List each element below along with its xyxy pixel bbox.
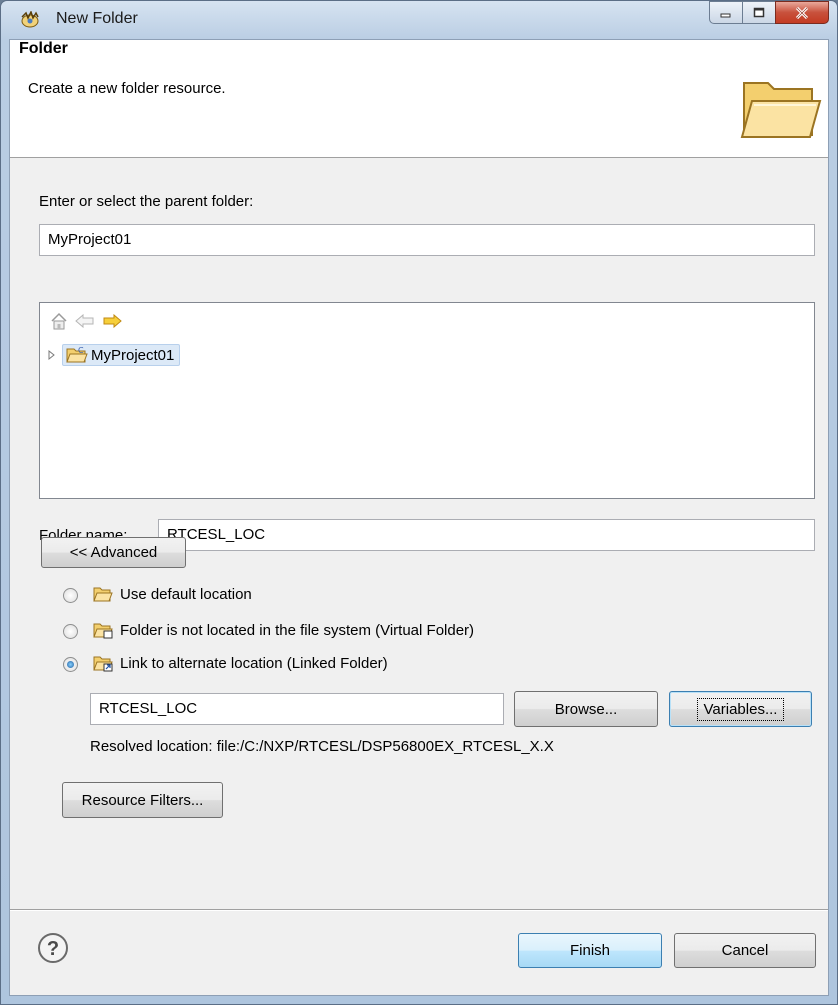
- home-icon[interactable]: [50, 312, 68, 330]
- expand-arrow-icon[interactable]: [46, 349, 58, 361]
- resource-filters-button[interactable]: Resource Filters...: [62, 782, 223, 818]
- eclipse-icon: [21, 11, 39, 28]
- folder-name-input[interactable]: RTCESL_LOC: [158, 519, 815, 551]
- cancel-button[interactable]: Cancel: [674, 933, 816, 968]
- default-location-label: Use default location: [120, 586, 252, 603]
- virtual-folder-radio[interactable]: [63, 624, 78, 639]
- advanced-button-label: << Advanced: [69, 544, 158, 561]
- help-icon[interactable]: ?: [37, 932, 69, 964]
- tree-item[interactable]: C MyProject01: [46, 343, 181, 367]
- close-icon: [795, 6, 809, 19]
- resolved-location-label: Resolved location:: [90, 738, 213, 755]
- dialog-client-area: Folder Create a new folder resource. Ent…: [9, 39, 829, 996]
- parent-folder-input[interactable]: MyProject01: [39, 224, 815, 256]
- virtual-folder-label: Folder is not located in the file system…: [120, 622, 475, 639]
- open-folder-icon: [93, 587, 113, 602]
- advanced-button[interactable]: << Advanced: [41, 537, 186, 568]
- page-description: Create a new folder resource.: [28, 80, 226, 97]
- variables-button[interactable]: Variables...: [669, 691, 812, 727]
- linked-folder-radio[interactable]: [63, 657, 78, 672]
- resolved-location-value: file:/C:/NXP/RTCESL/DSP56800EX_RTCESL_X.…: [216, 738, 554, 755]
- variables-button-label: Variables...: [696, 697, 785, 721]
- project-folder-icon: C: [66, 346, 88, 363]
- new-folder-dialog: New Folder Folder Create a new folder re…: [0, 0, 838, 1005]
- maximize-icon: [753, 7, 765, 18]
- virtual-folder-icon: [93, 623, 113, 639]
- forward-arrow-icon[interactable]: [102, 314, 122, 328]
- resolved-location: Resolved location: file:/C:/NXP/RTCESL/D…: [90, 738, 554, 755]
- finish-button-label: Finish: [569, 942, 610, 959]
- open-folder-icon: [740, 82, 822, 138]
- close-button[interactable]: [775, 1, 829, 24]
- parent-folder-label: Enter or select the parent folder:: [39, 193, 254, 210]
- maximize-button[interactable]: [742, 1, 776, 24]
- title-bar[interactable]: New Folder: [1, 1, 837, 39]
- browse-button-label: Browse...: [554, 700, 618, 718]
- link-location-input[interactable]: RTCESL_LOC: [90, 693, 504, 725]
- page-title: Folder: [19, 40, 68, 57]
- linked-folder-label: Link to alternate location (Linked Folde…: [120, 655, 388, 672]
- window-controls: [709, 1, 829, 24]
- parent-folder-tree[interactable]: C MyProject01: [39, 302, 815, 499]
- cancel-button-label: Cancel: [721, 942, 769, 959]
- tree-item-selection: C MyProject01: [62, 344, 181, 366]
- browse-button[interactable]: Browse...: [514, 691, 658, 727]
- tree-item-label: MyProject01: [91, 346, 175, 364]
- footer-separator: [10, 909, 828, 911]
- finish-button[interactable]: Finish: [518, 933, 662, 968]
- window-title: New Folder: [56, 10, 138, 27]
- svg-text:?: ?: [47, 938, 59, 960]
- linked-folder-icon: [93, 656, 113, 672]
- minimize-button[interactable]: [709, 1, 743, 24]
- title-area: Folder Create a new folder resource.: [10, 40, 828, 158]
- minimize-icon: [720, 13, 731, 17]
- resource-filters-label: Resource Filters...: [81, 791, 204, 809]
- svg-text:C: C: [78, 346, 84, 355]
- back-arrow-icon[interactable]: [75, 314, 95, 328]
- default-location-radio[interactable]: [63, 588, 78, 603]
